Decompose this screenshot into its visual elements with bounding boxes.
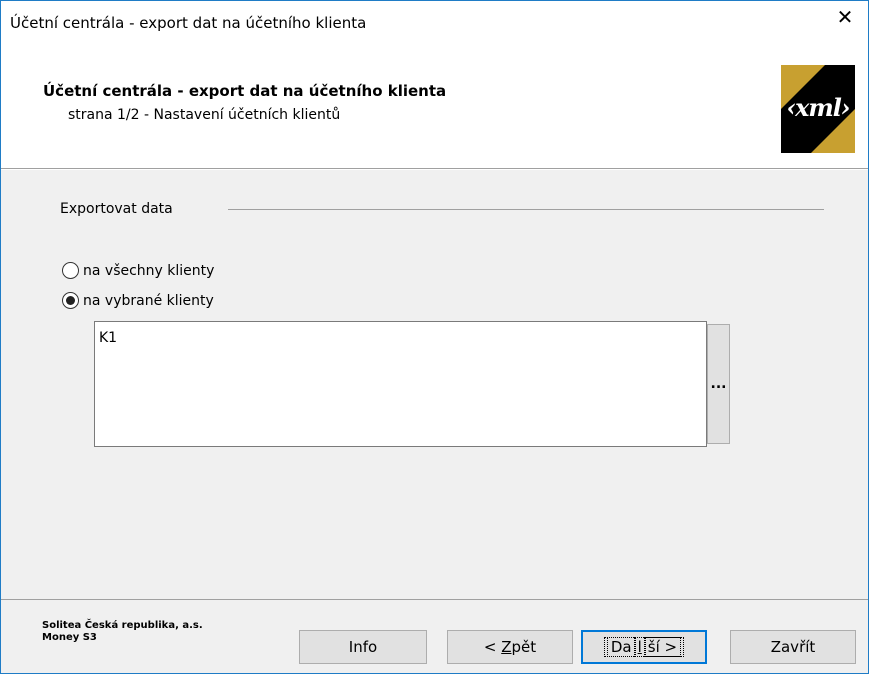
page-subtitle: strana 1/2 - Nastavení účetních klientů (68, 107, 341, 123)
radio-selected-clients-label[interactable]: na vybrané klienty (83, 293, 214, 309)
wizard-header: Účetní centrála - export dat na účetního… (1, 45, 868, 169)
export-group-label: Exportovat data (60, 201, 173, 217)
close-button[interactable]: Zavřít (730, 630, 856, 664)
info-button[interactable]: Info (299, 630, 427, 664)
radio-all-clients[interactable]: na všechny klienty (62, 262, 214, 279)
wizard-content: Exportovat data na všechny klienty na vy… (1, 170, 868, 599)
browse-clients-button[interactable]: ... (707, 324, 730, 444)
xml-logo-text: ‹xml› (786, 93, 850, 122)
back-button[interactable]: < Zpět (447, 630, 573, 664)
clients-listbox[interactable]: K1 (94, 321, 707, 447)
company-info: Solitea Česká republika, a.s. Money S3 (42, 620, 203, 644)
wizard-footer: Solitea Česká republika, a.s. Money S3 I… (1, 599, 868, 673)
page-title: Účetní centrála - export dat na účetního… (43, 82, 447, 100)
next-button[interactable]: Da l ší > (581, 630, 707, 664)
radio-checked-icon[interactable] (62, 292, 79, 309)
info-button-label: Info (348, 638, 378, 656)
next-button-label: Da l ší > (603, 637, 685, 657)
close-button-label: Zavřít (770, 638, 816, 656)
radio-unchecked-icon[interactable] (62, 262, 79, 279)
company-name: Solitea Česká republika, a.s. (42, 620, 203, 631)
list-item[interactable]: K1 (99, 330, 117, 346)
xml-logo: ‹xml› (781, 65, 855, 153)
title-bar: Účetní centrála - export dat na účetního… (1, 1, 868, 45)
product-name: Money S3 (42, 632, 97, 643)
close-icon[interactable]: ✕ (822, 1, 868, 33)
back-button-label: < Zpět (483, 638, 537, 656)
group-divider (228, 209, 824, 210)
radio-all-clients-label[interactable]: na všechny klienty (83, 263, 214, 279)
dialog-window: Účetní centrála - export dat na účetního… (0, 0, 869, 674)
window-title: Účetní centrála - export dat na účetního… (10, 14, 367, 32)
radio-selected-clients[interactable]: na vybrané klienty (62, 292, 214, 309)
